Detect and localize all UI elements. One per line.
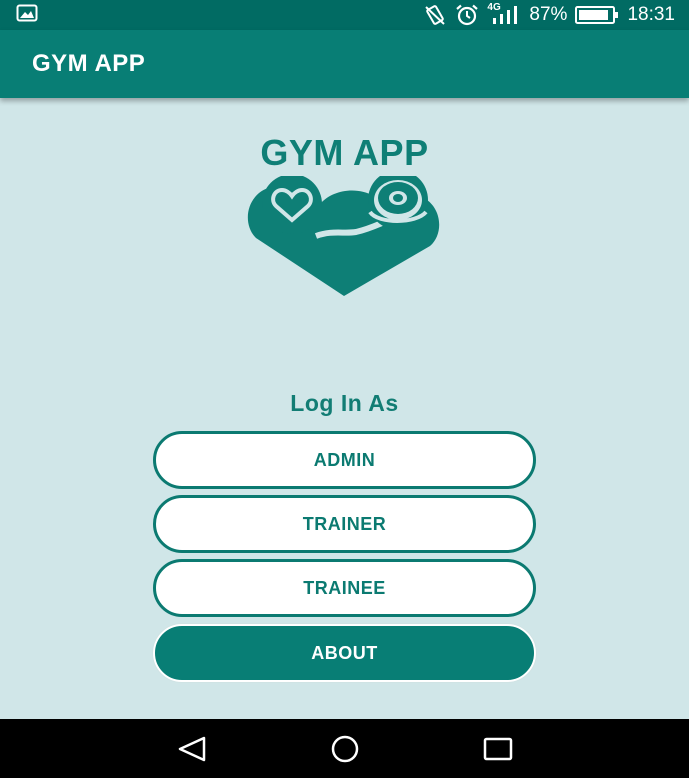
about-button[interactable]: ABOUT: [153, 624, 536, 682]
home-icon[interactable]: [327, 735, 363, 763]
status-right: 4G 87% 18:31: [423, 2, 675, 26]
gallery-icon: [16, 4, 38, 27]
vibrate-off-icon: [423, 4, 447, 26]
trainer-button[interactable]: TRAINER: [153, 495, 536, 553]
app-bar-title: GYM APP: [32, 50, 146, 77]
status-left: [16, 4, 38, 27]
battery-icon: [575, 5, 619, 25]
login-as-label: Log In As: [290, 390, 399, 416]
heart-dumbbell-logo-icon: [246, 170, 442, 298]
back-icon[interactable]: [174, 735, 210, 763]
main-content: GYM APP Log In As ADMIN TRAINER TRAINEE …: [0, 98, 689, 719]
admin-button[interactable]: ADMIN: [153, 431, 536, 489]
signal-icon: 4G: [487, 2, 521, 26]
trainee-button[interactable]: TRAINEE: [153, 559, 536, 617]
brand-title: GYM APP: [260, 132, 429, 173]
app-bar: GYM APP: [0, 30, 689, 98]
system-nav-bar: [0, 719, 689, 778]
alarm-icon: [455, 4, 479, 26]
battery-percent: 87%: [529, 4, 568, 25]
status-bar: 4G 87% 18:31: [0, 0, 689, 30]
clock: 18:31: [627, 4, 675, 25]
recents-icon[interactable]: [480, 735, 516, 763]
